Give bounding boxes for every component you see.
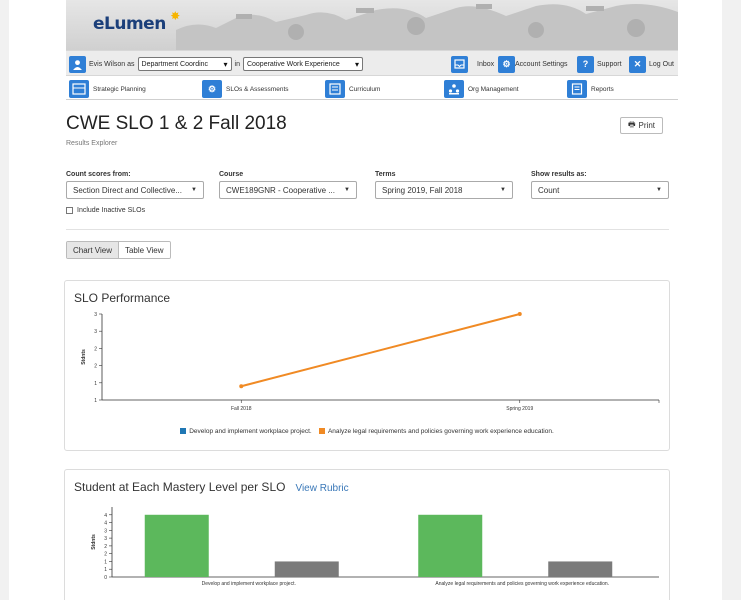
terms-filter: Terms Spring 2019, Fall 2018 ▼ [375,171,513,199]
bar [548,561,613,577]
include-inactive-checkbox[interactable] [66,207,73,214]
header-banner: eLumen ✸ [66,0,678,50]
nav-org-management[interactable]: Org Management [444,78,519,100]
nav-curriculum[interactable]: Curriculum [325,78,380,100]
caret-down-icon: ▼ [191,187,197,193]
page-title: CWE SLO 1 & 2 Fall 2018 [66,113,287,134]
y-tick-label: 2 [94,346,97,352]
bar [144,514,209,577]
role-select[interactable]: Department Coordinc ▾ [137,57,232,71]
course-select[interactable]: CWE189GNR - Cooperative ... ▼ [219,181,357,199]
data-point [239,384,244,389]
count-from-select[interactable]: Section Direct and Collective... ▼ [66,181,204,199]
user-bar: Evis Wilson as Department Coordinc ▾ in C… [66,50,678,76]
caret-down-icon: ▼ [344,187,350,193]
legend-swatch-blue [180,428,187,434]
org-management-icon [444,80,464,98]
bar [418,514,483,577]
close-icon: ✕ [629,55,646,73]
gear-icon: ⚙ [498,55,515,73]
account-settings-link[interactable]: ⚙ Account Settings [498,51,568,77]
view-toggle: Chart View Table View [66,241,171,259]
user-avatar-icon [69,55,86,73]
y-tick-label: 0 [104,575,107,581]
include-inactive[interactable]: Include Inactive SLOs [66,207,145,214]
user-info: Evis Wilson as Department Coordinc ▾ in C… [69,51,363,77]
logo-star-icon: ✸ [170,9,180,23]
y-tick-label: 1 [94,398,97,404]
y-axis-label: Stdnts [81,349,87,365]
y-tick-label: 3 [104,528,107,534]
y-tick-label: 1 [104,567,107,573]
elumen-logo[interactable]: eLumen ✸ [93,9,180,34]
help-icon: ? [577,55,594,73]
chevron-down-icon: ▾ [223,59,228,69]
slo-assessments-icon: ⚙ [202,80,222,98]
inbox-icon [451,55,468,73]
department-select[interactable]: Cooperative Work Experience ▾ [242,57,363,71]
printer-icon: 🖶 [627,119,636,129]
chart-view-button[interactable]: Chart View [67,242,119,258]
slo-performance-chart: 1 1 2 2 3 3 Stdnts Fall 2018 Spring 2019 [81,312,660,412]
graduation-banner-image [176,4,678,50]
chevron-down-icon: ▾ [354,59,359,69]
nav-slos-assessments[interactable]: ⚙ SLOs & Assessments [202,78,289,100]
legend-swatch-orange [318,428,325,434]
user-name: Evis Wilson as [89,60,135,68]
series-line [240,313,521,388]
x-tick-label: Analyze legal requirements and policies … [435,581,609,587]
x-tick-label: Spring 2019 [506,406,533,412]
y-axis-label: Stdnts [91,534,97,550]
main-nav: Strategic Planning ⚙ SLOs & Assessments … [66,78,678,100]
y-tick-label: 3 [94,312,97,318]
caret-down-icon: ▼ [656,187,662,193]
y-tick-label: 3 [104,536,107,542]
mastery-level-chart: 011223344StdntsDevelop and implement wor… [91,507,659,587]
y-tick-label: 1 [94,381,97,387]
y-tick-label: 4 [104,513,107,519]
y-tick-label: 1 [104,559,107,565]
print-button[interactable]: 🖶 Print [620,117,663,134]
x-tick-label: Develop and implement workplace project. [202,581,296,587]
divider [66,229,669,230]
mastery-level-panel: Student at Each Mastery Level per SLO Vie… [64,469,670,600]
nav-reports[interactable]: Reports [567,78,614,100]
inbox-link[interactable]: Inbox [451,51,494,77]
bar [274,561,339,577]
show-as-filter: Show results as: Count ▼ [531,171,669,199]
table-view-button[interactable]: Table View [118,242,170,258]
chart-legend: Develop and implement workplace project.… [65,428,669,435]
terms-select[interactable]: Spring 2019, Fall 2018 ▼ [375,181,513,199]
page: eLumen ✸ Evis Wilson as Department Coord… [9,0,722,600]
x-tick-label: Fall 2018 [231,406,252,412]
y-tick-label: 2 [94,364,97,370]
logout-link[interactable]: ✕ Log Out [629,51,674,77]
slo-performance-panel: SLO Performance 1 1 2 2 3 3 Stdnts Fall 2018 Spr… [64,280,670,451]
nav-strategic-planning[interactable]: Strategic Planning [69,78,146,100]
y-tick-label: 4 [104,521,107,527]
reports-icon [567,80,587,98]
show-as-select[interactable]: Count ▼ [531,181,669,199]
y-tick-label: 3 [94,329,97,335]
page-subtitle: Results Explorer [66,140,118,147]
support-link[interactable]: ? Support [577,51,622,77]
curriculum-icon [325,80,345,98]
count-from-filter: Count scores from: Section Direct and Co… [66,171,204,199]
y-tick-label: 2 [104,552,107,558]
data-point [517,312,522,316]
caret-down-icon: ▼ [500,187,506,193]
course-filter: Course CWE189GNR - Cooperative ... ▼ [219,171,357,199]
y-tick-label: 2 [104,544,107,550]
strategic-planning-icon [69,80,89,98]
